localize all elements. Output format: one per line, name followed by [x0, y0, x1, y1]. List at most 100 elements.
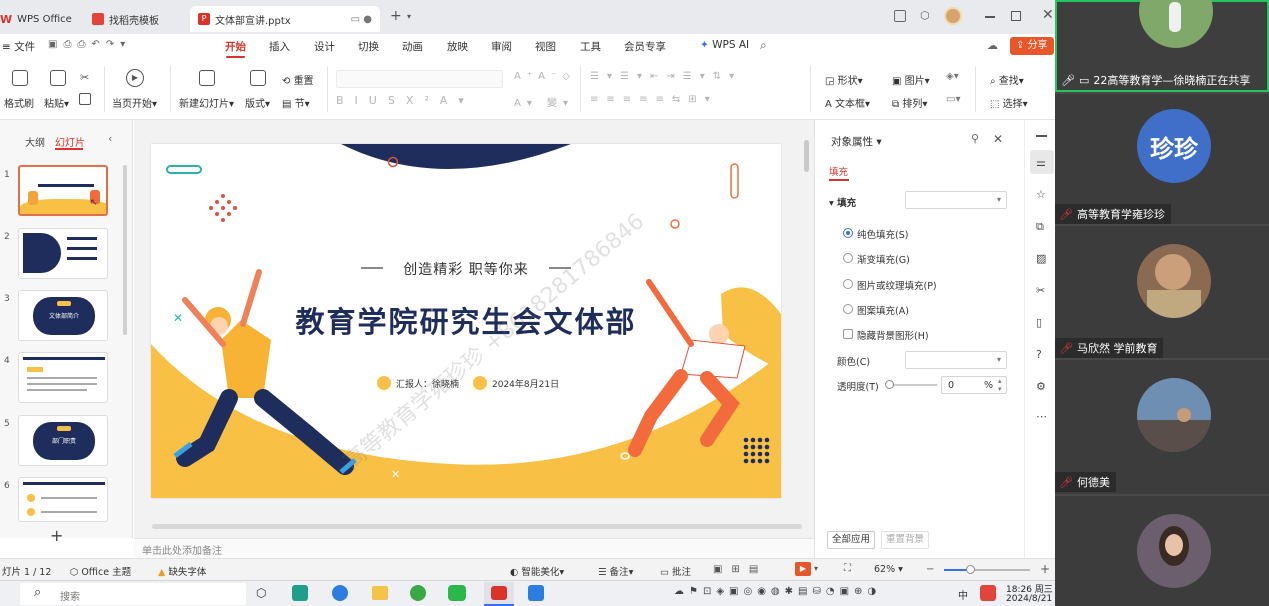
- wps-taskbar-item[interactable]: [484, 582, 514, 606]
- slide-thumb-3[interactable]: 文体部简介: [18, 290, 108, 341]
- slide-date[interactable]: 2024年8月21日: [492, 377, 559, 390]
- horizontal-scrollbar[interactable]: [152, 524, 802, 529]
- radio-gradient-fill[interactable]: [843, 253, 853, 263]
- radio-picture-fill[interactable]: [843, 279, 853, 289]
- select-button[interactable]: ⬚ 选择▾: [990, 95, 1028, 110]
- vertical-scrollbar[interactable]: [804, 140, 809, 172]
- tools-icon[interactable]: ✂: [1036, 284, 1045, 297]
- shape-button[interactable]: ◲ 形状▾: [825, 72, 863, 87]
- menu-membership[interactable]: 会员专享: [624, 39, 666, 54]
- reset-background-button[interactable]: 重置背景: [881, 531, 930, 549]
- slideshow-play-icon[interactable]: ▶: [795, 562, 811, 576]
- window-tile-icon[interactable]: [894, 10, 906, 22]
- tab-wps-home[interactable]: W WPS Office: [0, 6, 72, 32]
- folder-icon[interactable]: [372, 586, 388, 600]
- apply-all-button[interactable]: 全部应用: [827, 531, 876, 549]
- cloud-icon[interactable]: ☁: [987, 39, 998, 52]
- hide-bg-checkbox[interactable]: [843, 329, 853, 339]
- radio-pattern-fill[interactable]: [843, 304, 853, 314]
- layers-icon[interactable]: ⧉: [1036, 220, 1044, 234]
- app-icon-2[interactable]: [410, 585, 426, 601]
- find-button[interactable]: ⌕ 查找▾: [990, 72, 1024, 87]
- view-mode-icons[interactable]: ▣⊞▤: [713, 564, 767, 575]
- system-tray-icons[interactable]: ☁⚑⊡◈▣◎◉◍✱▤⛁◔▣⊕◑: [674, 586, 881, 597]
- tab-fill[interactable]: 填充: [829, 164, 848, 178]
- wechat-icon[interactable]: [448, 585, 466, 601]
- copy-icon[interactable]: [79, 93, 91, 105]
- fill-section-header[interactable]: ▾ 填充: [829, 195, 856, 209]
- user-avatar[interactable]: [944, 7, 962, 25]
- menu-insert[interactable]: 插入: [269, 39, 290, 54]
- close-icon[interactable]: ✕: [1042, 7, 1054, 23]
- quick-access-icons[interactable]: ▣⎙⎙↶↷▾: [48, 39, 131, 50]
- cube-icon[interactable]: ⬡: [920, 9, 930, 22]
- highlight-icons[interactable]: A▾ 變▾: [514, 94, 574, 109]
- task-view-icon[interactable]: ⬡: [256, 586, 266, 600]
- chevron-down-icon[interactable]: ▾: [814, 564, 818, 573]
- comments-button[interactable]: ▭ 批注: [660, 564, 691, 578]
- help-icon[interactable]: ?: [1036, 348, 1042, 361]
- minimize-icon[interactable]: [985, 16, 995, 18]
- app-icon-1[interactable]: [292, 585, 308, 601]
- menu-transition[interactable]: 切换: [358, 39, 379, 54]
- pin-icon[interactable]: ⚲: [971, 132, 979, 145]
- menu-view[interactable]: 视图: [535, 39, 556, 54]
- new-slide-button[interactable]: 新建幻灯片▾: [179, 95, 234, 110]
- star-icon[interactable]: ☆: [1036, 188, 1046, 201]
- participant-tile-2[interactable]: 🎤︎ 马欣然 学前教育: [1055, 226, 1269, 358]
- format-painter-button[interactable]: 格式刷: [4, 95, 34, 110]
- layout-button[interactable]: 版式▾: [245, 95, 270, 110]
- slide-thumb-4[interactable]: [18, 352, 108, 403]
- search-icon[interactable]: ⌕: [760, 38, 767, 53]
- section-button[interactable]: ▤ 节▾: [282, 95, 310, 110]
- menu-review[interactable]: 审阅: [491, 39, 512, 54]
- collapse-icon[interactable]: [1036, 135, 1047, 137]
- participant-tile-1[interactable]: 珍珍 🎤︎ 高等教育学雍珍珍: [1055, 94, 1269, 224]
- color-select[interactable]: ▾: [905, 351, 1007, 369]
- collapse-panel-icon[interactable]: ‹: [108, 132, 112, 145]
- new-tab-icon[interactable]: +: [390, 8, 402, 24]
- arrange-button[interactable]: ⧉ 排列▾: [892, 95, 927, 110]
- font-size-icons[interactable]: A⁺A⁻◇: [514, 71, 576, 82]
- image-icon[interactable]: ▨: [1036, 252, 1046, 265]
- font-family-select[interactable]: [336, 70, 503, 88]
- menu-animation[interactable]: 动画: [402, 39, 423, 54]
- transparency-input[interactable]: 0 % ▴ ▾: [941, 376, 1007, 394]
- notes-pane[interactable]: 单击此处添加备注: [134, 538, 814, 558]
- outline-icon[interactable]: ▭▾: [946, 94, 960, 105]
- ime-indicator[interactable]: 中: [958, 587, 968, 602]
- menu-tools[interactable]: 工具: [580, 39, 601, 54]
- transparency-slider-track[interactable]: [887, 384, 937, 386]
- slide-thumb-5[interactable]: 部门职责: [18, 415, 108, 466]
- fit-window-icon[interactable]: ⛶: [844, 563, 851, 574]
- tab-slides[interactable]: 幻灯片: [55, 134, 85, 149]
- menu-design[interactable]: 设计: [314, 39, 335, 54]
- play-current-button[interactable]: 当页开始▾: [112, 95, 157, 110]
- slide-subtitle[interactable]: 创造精彩 职等你来: [383, 259, 549, 279]
- align-icons[interactable]: ≡≡≡≡≡⇆⊞▾: [590, 94, 718, 105]
- picture-button[interactable]: ▣ 图片▾: [892, 72, 930, 87]
- browser-icon[interactable]: [332, 585, 348, 601]
- tray-app-icon[interactable]: [980, 585, 996, 601]
- add-slide-icon[interactable]: +: [50, 526, 63, 545]
- tab-document[interactable]: P 文体部宣讲.pptx ▭ ●: [190, 6, 380, 32]
- list-icons[interactable]: ☰▾☰▾⇤⇥☰▾⇅▾: [590, 71, 742, 82]
- tab-template[interactable]: 找稻壳模板: [92, 6, 159, 32]
- slide-thumb-6[interactable]: [18, 477, 108, 522]
- menu-slideshow[interactable]: 放映: [447, 39, 468, 54]
- missing-font-label[interactable]: ▲ 缺失字体: [158, 564, 206, 578]
- menu-home[interactable]: 开始: [225, 39, 246, 58]
- wps-ai-button[interactable]: ✦ WPS AI: [700, 39, 749, 51]
- tab-menu-icon[interactable]: ▭ ●: [351, 14, 372, 25]
- zoom-in-icon[interactable]: +: [1040, 562, 1050, 576]
- meeting-app-icon[interactable]: [528, 585, 544, 601]
- slide-title[interactable]: 教育学院研究生会文体部: [266, 299, 666, 341]
- clock-date[interactable]: 2024/8/21: [1006, 594, 1052, 604]
- theme-label[interactable]: ⬡ Office 主题: [70, 564, 131, 578]
- current-slide[interactable]: ✕ ✕ 创造精彩 职等你来 教育学院研究生会文体部 汇报人：徐晓楠 2024年8…: [151, 144, 781, 498]
- chevron-down-icon[interactable]: ▾: [407, 12, 411, 21]
- slide-thumb-2[interactable]: [18, 228, 108, 279]
- more-icon[interactable]: ⋯: [1036, 410, 1047, 423]
- fill-type-select[interactable]: ▾: [905, 191, 1007, 209]
- share-button[interactable]: ⇪ 分享: [1010, 37, 1054, 55]
